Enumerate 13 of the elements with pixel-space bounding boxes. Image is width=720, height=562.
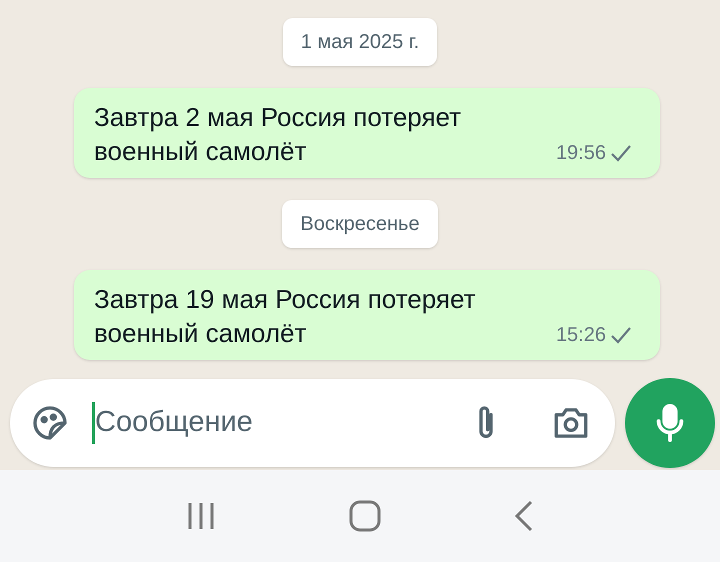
date-chip: 1 мая 2025 г. [282,18,438,66]
recent-apps-icon[interactable] [186,501,216,531]
message-input[interactable]: Сообщение [95,400,471,444]
message-time: 15:26 [556,323,606,348]
home-icon[interactable] [348,500,381,532]
message-field[interactable]: Сообщение [10,378,615,466]
message-text: Завтра 19 мая Россия потеряет военный самолёт [94,283,477,350]
message-text: Завтра 2 мая Россия потеряет военный самолёт [94,101,462,168]
microphone-icon [656,404,684,442]
text-cursor [92,402,95,444]
date-chip: Воскресенье [282,200,438,248]
back-icon[interactable] [514,500,534,532]
message-time: 19:56 [556,141,606,166]
